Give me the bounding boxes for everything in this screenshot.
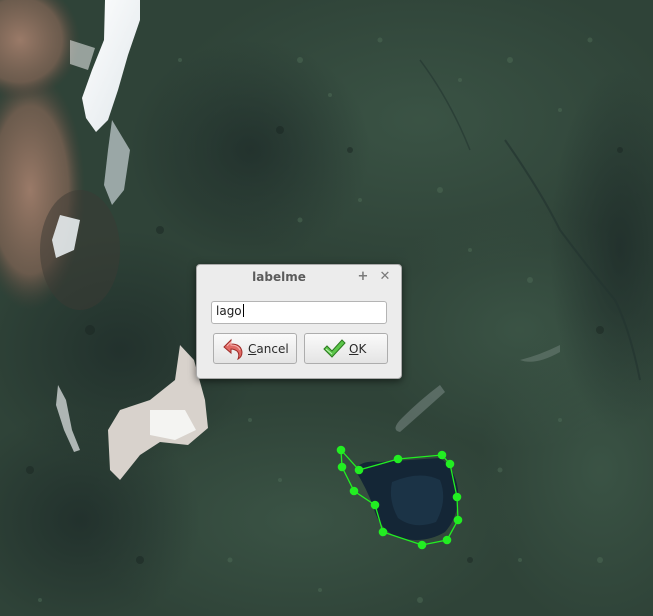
polygon-vertex[interactable] <box>452 492 462 502</box>
label-input[interactable]: lago <box>211 301 387 324</box>
polygon-vertex[interactable] <box>354 465 364 475</box>
polygon-vertex[interactable] <box>378 527 388 537</box>
ok-label: OK <box>349 342 367 356</box>
polygon-vertex[interactable] <box>393 454 403 464</box>
label-dialog: labelme + ✕ lago Cancel OK <box>196 264 402 379</box>
polygon-vertex[interactable] <box>370 500 380 510</box>
polygon-vertex[interactable] <box>349 486 359 496</box>
maximize-button[interactable]: + <box>356 269 370 285</box>
polygon-vertex[interactable] <box>453 515 463 525</box>
cancel-label: Cancel <box>248 342 289 356</box>
polygon-vertex[interactable] <box>445 459 455 469</box>
undo-arrow-icon <box>221 338 245 361</box>
label-input-value: lago <box>216 304 242 318</box>
close-button[interactable]: ✕ <box>378 269 392 285</box>
cancel-button[interactable]: Cancel <box>213 333 297 364</box>
polygon-vertex[interactable] <box>417 540 427 550</box>
polygon-vertex[interactable] <box>336 445 346 455</box>
polygon-vertex[interactable] <box>442 535 452 545</box>
checkmark-icon <box>322 338 346 360</box>
text-cursor <box>242 304 244 317</box>
dialog-title: labelme <box>252 270 306 284</box>
ok-button[interactable]: OK <box>304 333 388 364</box>
polygon-vertex[interactable] <box>337 462 347 472</box>
dialog-titlebar[interactable]: labelme + ✕ <box>197 265 401 291</box>
polygon-vertex[interactable] <box>437 450 447 460</box>
